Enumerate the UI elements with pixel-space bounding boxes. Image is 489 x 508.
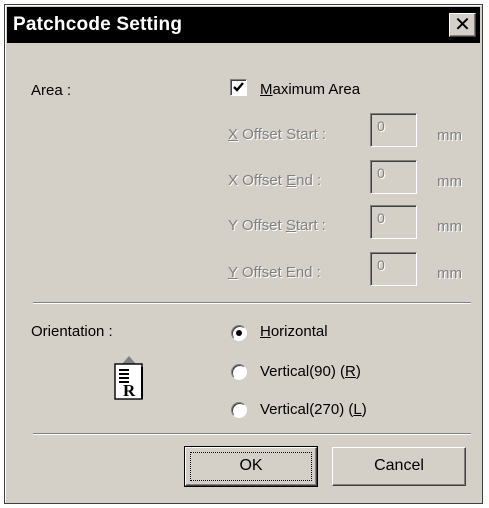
document-orientation-letter: R: [123, 381, 136, 400]
section-divider-bottom: [33, 433, 471, 435]
y-offset-start-unit: mm: [437, 218, 462, 235]
x-offset-start-input[interactable]: 0: [370, 113, 417, 147]
close-icon: ✕: [454, 12, 471, 36]
maximum-area-label[interactable]: Maximum Area: [260, 81, 360, 98]
y-offset-end-unit: mm: [437, 265, 462, 282]
y-offset-end-label: Y Offset End :: [228, 264, 321, 281]
section-divider: [33, 302, 471, 304]
ok-button-label: OK: [239, 457, 263, 474]
checkmark-icon: [233, 82, 244, 92]
y-offset-end-input[interactable]: 0: [370, 252, 417, 286]
orientation-horizontal-label[interactable]: Horizontal: [260, 323, 328, 340]
cancel-button-label: Cancel: [374, 457, 424, 474]
radio-dot: [236, 330, 242, 336]
patchcode-setting-dialog: Patchcode Setting ✕ Area : Maximum Area …: [4, 4, 483, 504]
ok-button[interactable]: OK: [184, 446, 318, 487]
maximum-area-mnemonic: M: [260, 81, 273, 98]
maximum-area-checkbox[interactable]: [230, 79, 247, 96]
window-title: Patchcode Setting: [13, 14, 183, 35]
y-offset-start-label: Y Offset Start :: [228, 217, 326, 234]
y-offset-start-input[interactable]: 0: [370, 205, 417, 239]
orientation-radio-horizontal[interactable]: [231, 325, 247, 341]
orientation-vertical90-label[interactable]: Vertical(90) (R): [260, 363, 361, 380]
x-offset-start-label: X Offset Start :: [228, 126, 327, 143]
x-offset-end-input[interactable]: 0: [370, 160, 417, 194]
orientation-label: Orientation :: [31, 323, 113, 340]
x-offset-end-unit: mm: [437, 173, 462, 190]
document-orientation-icon: R: [113, 355, 145, 403]
x-offset-end-label: X Offset End :: [228, 172, 322, 189]
orientation-radio-vertical-90[interactable]: [231, 364, 247, 380]
close-button[interactable]: ✕: [449, 13, 476, 37]
title-bar[interactable]: Patchcode Setting ✕: [7, 7, 480, 43]
orientation-radio-vertical-270[interactable]: [231, 402, 247, 418]
maximum-area-label-rest: aximum Area: [272, 81, 361, 98]
orientation-vertical270-label[interactable]: Vertical(270) (L): [260, 401, 367, 418]
area-label: Area :: [31, 82, 72, 99]
x-offset-start-unit: mm: [437, 127, 462, 144]
cancel-button[interactable]: Cancel: [332, 447, 466, 486]
